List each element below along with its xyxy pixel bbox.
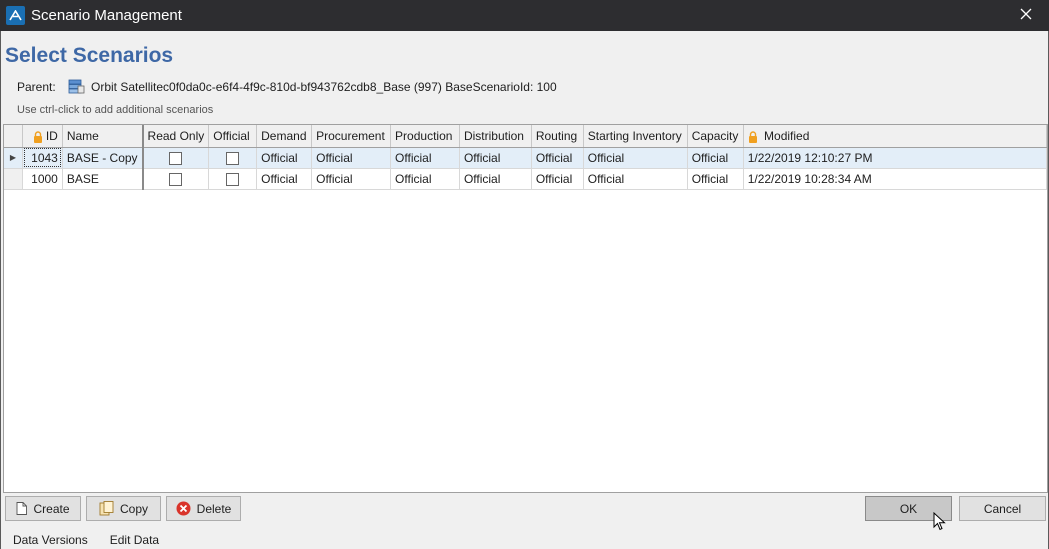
table-row[interactable]: ▶ 1043 BASE - Copy Official Official Off…: [4, 147, 1047, 169]
title-bar: Scenario Management: [0, 0, 1049, 31]
page-title: Select Scenarios: [5, 44, 174, 67]
cell-distribution[interactable]: Official: [459, 168, 532, 190]
close-button[interactable]: [1003, 0, 1049, 31]
grid-header-row: ID Name Read Only Official Demand Procur…: [4, 125, 1047, 148]
column-label-id: ID: [45, 128, 58, 143]
cell-name[interactable]: BASE: [62, 168, 144, 190]
copy-button[interactable]: Copy: [86, 496, 161, 521]
create-button-label: Create: [33, 501, 70, 516]
copy-icon: [99, 501, 114, 516]
current-row-indicator-icon: ▶: [4, 147, 24, 169]
cancel-button-label: Cancel: [983, 501, 1022, 516]
read-only-checkbox[interactable]: [169, 172, 183, 186]
official-checkbox[interactable]: [226, 151, 240, 165]
delete-button-label: Delete: [196, 501, 232, 516]
cell-official[interactable]: [208, 147, 258, 169]
parent-value: Orbit Satellitec0f0da0c-e6f4-4f9c-810d-b…: [91, 79, 557, 94]
cell-id[interactable]: 1000: [22, 168, 63, 190]
scenarios-grid[interactable]: ID Name Read Only Official Demand Procur…: [3, 124, 1048, 493]
column-label-modified: Modified: [764, 128, 810, 143]
column-header-capacity[interactable]: Capacity: [687, 125, 744, 148]
delete-button[interactable]: Delete: [166, 496, 241, 521]
cell-demand[interactable]: Official: [256, 147, 313, 169]
window-title: Scenario Management: [31, 7, 182, 24]
column-header-id[interactable]: ID: [22, 125, 63, 148]
cell-production[interactable]: Official: [390, 168, 460, 190]
create-button[interactable]: Create: [5, 496, 81, 521]
cell-starting-inventory[interactable]: Official: [583, 168, 688, 190]
cancel-button[interactable]: Cancel: [959, 496, 1046, 521]
cell-capacity[interactable]: Official: [687, 168, 744, 190]
cell-read-only[interactable]: [142, 147, 210, 169]
cell-distribution[interactable]: Official: [459, 147, 532, 169]
lock-icon: [33, 130, 43, 143]
delete-icon: [176, 501, 191, 516]
cell-routing[interactable]: Official: [531, 147, 584, 169]
hint-text: Use ctrl-click to add additional scenari…: [17, 104, 214, 116]
close-icon: [1020, 8, 1032, 23]
read-only-checkbox[interactable]: [169, 151, 183, 165]
column-header-demand[interactable]: Demand: [256, 125, 313, 148]
bottom-toolbar: Create Copy Delete OK Cancel: [1, 493, 1048, 525]
mouse-cursor-icon: [933, 511, 946, 534]
column-header-official[interactable]: Official: [208, 125, 258, 148]
dialog-body: Select Scenarios Parent: Orbit Satellite…: [0, 31, 1049, 549]
cell-read-only[interactable]: [142, 168, 210, 190]
column-header-distribution[interactable]: Distribution: [459, 125, 532, 148]
cell-production[interactable]: Official: [390, 147, 460, 169]
ok-button-label: OK: [899, 501, 918, 516]
column-header-procurement[interactable]: Procurement: [311, 125, 392, 148]
column-header-name[interactable]: Name: [62, 125, 144, 148]
official-checkbox[interactable]: [226, 172, 240, 186]
app-logo-icon: [6, 6, 25, 25]
cell-capacity[interactable]: Official: [687, 147, 744, 169]
cell-routing[interactable]: Official: [531, 168, 584, 190]
column-header-read-only[interactable]: Read Only: [142, 125, 210, 148]
parent-label: Parent:: [17, 79, 56, 94]
header-indicator: [4, 125, 24, 148]
data-versions-link[interactable]: Data Versions: [13, 533, 88, 547]
database-icon: [68, 79, 85, 94]
footer-bar: Data Versions Edit Data: [1, 530, 1048, 549]
column-header-modified[interactable]: Modified: [743, 125, 1047, 148]
cell-demand[interactable]: Official: [256, 168, 313, 190]
new-document-icon: [16, 502, 28, 515]
cell-name[interactable]: BASE - Copy: [62, 147, 144, 169]
column-header-starting-inventory[interactable]: Starting Inventory: [583, 125, 688, 148]
copy-button-label: Copy: [119, 501, 148, 516]
cell-procurement[interactable]: Official: [311, 147, 392, 169]
column-header-production[interactable]: Production: [390, 125, 460, 148]
cell-official[interactable]: [208, 168, 258, 190]
row-indicator: [4, 168, 24, 190]
cell-modified[interactable]: 1/22/2019 10:28:34 AM: [743, 168, 1047, 190]
table-row[interactable]: 1000 BASE Official Official Official Off…: [4, 168, 1047, 190]
parent-row: Parent: Orbit Satellitec0f0da0c-e6f4-4f9…: [17, 79, 557, 94]
edit-data-link[interactable]: Edit Data: [110, 533, 159, 547]
cell-modified[interactable]: 1/22/2019 12:10:27 PM: [743, 147, 1047, 169]
scenarios-table: ID Name Read Only Official Demand Procur…: [4, 125, 1047, 190]
cell-procurement[interactable]: Official: [311, 168, 392, 190]
lock-icon: [748, 130, 758, 143]
cell-starting-inventory[interactable]: Official: [583, 147, 688, 169]
column-header-routing[interactable]: Routing: [531, 125, 584, 148]
cell-id[interactable]: 1043: [22, 147, 63, 169]
